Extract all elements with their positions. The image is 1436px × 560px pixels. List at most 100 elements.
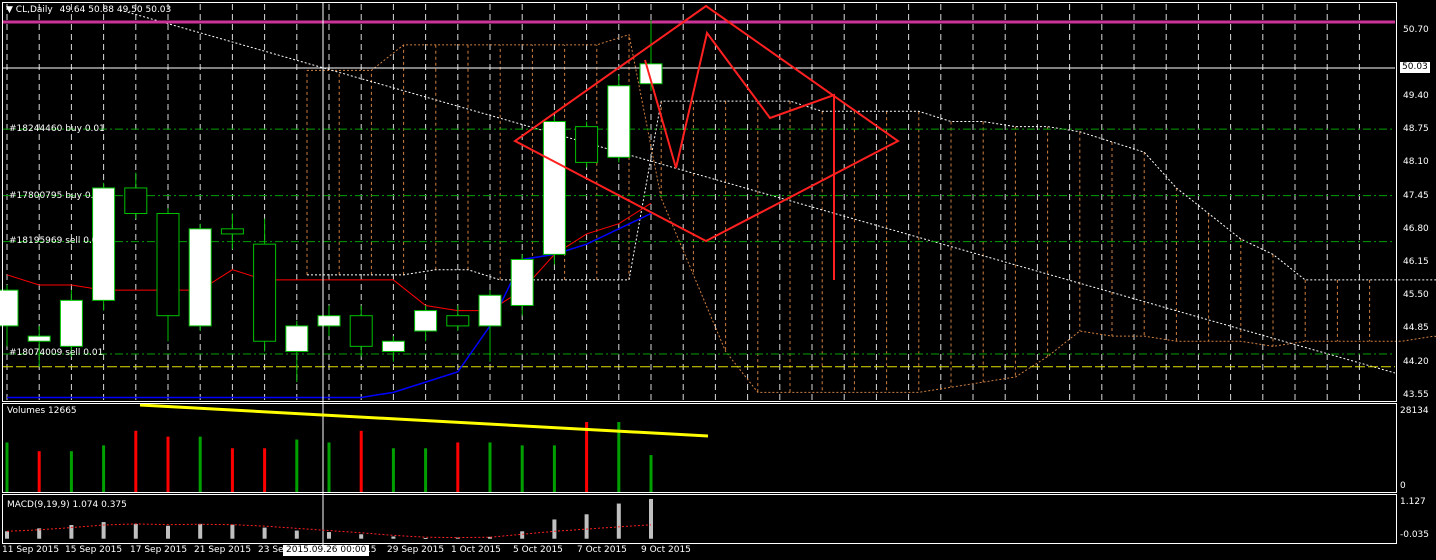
vertical-grid (6, 4, 1360, 400)
candle-body (607, 85, 631, 158)
volumes-max: 28134 (1400, 406, 1429, 416)
macd-bar (327, 532, 331, 539)
chart-canvas[interactable] (0, 0, 1436, 560)
volume-bar (102, 445, 106, 492)
macd-bar (359, 534, 364, 539)
candle-body (220, 228, 244, 235)
volume-bar (37, 451, 41, 492)
candles (0, 20, 663, 383)
macd-bar (616, 503, 621, 539)
macd-max: 1.127 (1400, 497, 1426, 507)
candle-body (414, 310, 438, 332)
macd-bar (133, 523, 138, 539)
diamond-shape (513, 4, 900, 243)
candle-body (575, 126, 599, 163)
candle-body (542, 121, 566, 255)
volume-bar (166, 436, 170, 492)
price-tick-label: 45.50 (1403, 290, 1429, 301)
candle-body (446, 315, 470, 327)
volume-bar (552, 445, 556, 492)
candle-body (510, 258, 534, 306)
price-tick-label: 43.55 (1403, 389, 1429, 400)
macd-bar (423, 537, 428, 539)
time-tick-label: 15 Sep 2015 (65, 545, 123, 555)
time-tick-label: 5 Oct 2015 (513, 545, 563, 555)
volume-bar (391, 448, 395, 492)
volume-bar (198, 436, 202, 492)
order-levels (3, 128, 1395, 368)
time-tick-label: 9 Oct 2015 (641, 545, 691, 555)
time-tick-label: 15 (365, 545, 377, 555)
volume-bar (134, 430, 138, 492)
candle-body (156, 212, 180, 317)
price-tick-label: 48.10 (1403, 157, 1429, 168)
candle-body (0, 289, 19, 327)
chevron-down-icon[interactable]: ▼ (6, 5, 13, 15)
time-tick-label: 21 Sep 2015 (194, 545, 252, 555)
macd-title: MACD(9,19,9) 1.074 0.375 (7, 500, 127, 510)
volume-bar (5, 442, 9, 492)
volume-bar (69, 451, 73, 492)
candle-body (124, 187, 148, 214)
price-tick-label: 50.70 (1403, 24, 1429, 35)
order-label-1[interactable]: #18244460 buy 0.01 (9, 124, 105, 134)
symbol-header: ▼ CL,Daily 49.64 50.88 49.50 50.03 (6, 5, 171, 15)
current-price-box: 50.03 (1400, 62, 1430, 73)
candle-body (188, 228, 212, 327)
senkou-span-a (307, 100, 1436, 281)
volume-bar (649, 455, 653, 492)
price-tick-label: 46.80 (1403, 223, 1429, 234)
candle-body (381, 340, 405, 352)
volume-bar (456, 442, 460, 492)
macd-bar (520, 531, 525, 539)
time-tick-label: 17 Sep 2015 (130, 545, 188, 555)
volume-bar (585, 422, 589, 492)
macd-bar (230, 524, 235, 539)
time-tick-label: 7 Oct 2015 (577, 545, 627, 555)
volume-bar (295, 439, 299, 492)
price-tick-label: 46.15 (1403, 257, 1429, 268)
candle-body (27, 335, 51, 342)
candle-body (349, 315, 373, 347)
volume-bar (424, 448, 428, 492)
time-tick-label: 11 Sep 2015 (2, 545, 60, 555)
price-tick-label: 48.75 (1403, 124, 1429, 135)
candle-body (253, 243, 277, 342)
macd-bar (552, 519, 557, 539)
candle-body (59, 299, 83, 347)
zigzag-pattern (644, 30, 835, 280)
volumes-title: Volumes 12665 (7, 406, 77, 416)
volume-bar (488, 442, 492, 492)
volume-bar (230, 448, 234, 492)
ichimoku-cloud (306, 34, 1436, 393)
senkou-span-b (307, 34, 1436, 393)
ohlc-values: 49.64 50.88 49.50 50.03 (59, 5, 172, 15)
price-tick-label: 47.45 (1403, 190, 1429, 201)
order-label-2[interactable]: #17800795 buy 0.01 (9, 191, 105, 201)
order-label-4[interactable]: #18074009 sell 0.01 (9, 348, 103, 358)
volume-bar (327, 442, 331, 492)
volume-bars (5, 422, 653, 492)
time-tick-label: 1 Oct 2015 (451, 545, 501, 555)
macd-bar (294, 530, 299, 539)
volume-trendline[interactable] (139, 403, 709, 438)
order-label-3[interactable]: #18195969 sell 0.0 (9, 236, 98, 246)
macd-bar (391, 536, 396, 539)
red-pattern-drawing[interactable] (513, 4, 900, 280)
candle-body (478, 294, 502, 327)
price-tick-label: 49.40 (1403, 90, 1429, 101)
time-tick-label: 29 Sep 2015 (387, 545, 445, 555)
volumes-min: 0 (1400, 481, 1406, 491)
price-tick-label: 44.20 (1403, 356, 1429, 367)
macd-bar (649, 498, 653, 539)
macd-bar (198, 523, 203, 539)
candle-body (317, 315, 341, 327)
symbol-label: CL,Daily (15, 5, 53, 15)
macd-zero: -0.035 (1400, 530, 1430, 540)
macd-bar (584, 514, 589, 539)
volume-bar (263, 448, 267, 492)
volume-bar (359, 430, 363, 492)
crosshair-time-box: 2015.09.26 00:00 (283, 545, 370, 556)
volume-bar (520, 445, 524, 492)
macd-bar (166, 525, 170, 539)
